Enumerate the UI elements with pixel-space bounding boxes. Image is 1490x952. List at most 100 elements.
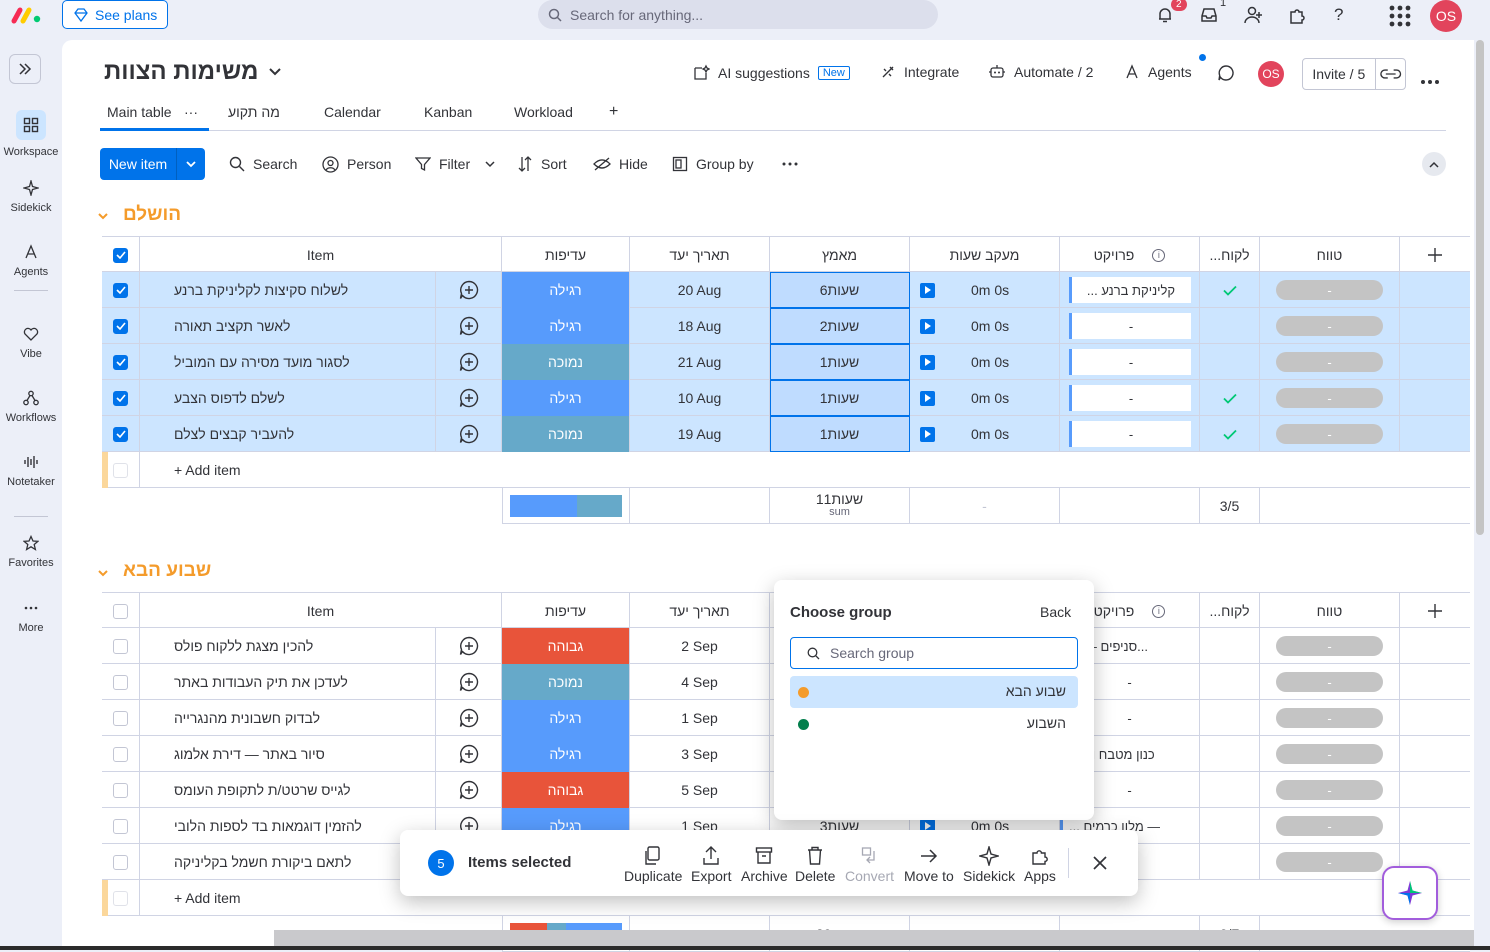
row-select-cell[interactable] [102,808,140,844]
nav-workflows[interactable]: Workflows [0,390,62,424]
row-checkbox[interactable] [113,638,128,654]
info-icon[interactable]: i [1152,248,1166,262]
effort-cell[interactable]: 2שעות [770,308,910,344]
effort-summary[interactable]: 11שעות sum [770,488,910,524]
monday-logo[interactable] [10,4,44,26]
timeline-cell[interactable]: - [1260,308,1400,344]
add-update-button[interactable] [436,308,502,344]
timeline-pill[interactable]: - [1276,780,1383,800]
add-item-row[interactable]: + Add item [102,452,1470,488]
apps-marketplace-button[interactable] [1288,6,1307,28]
column-header-time[interactable]: מעקב שעות [910,237,1060,273]
row-checkbox[interactable] [113,782,128,798]
effort-cell[interactable]: 6שעות [770,272,910,308]
select-all-checkbox[interactable] [113,603,128,619]
search-button[interactable]: Search [229,154,297,174]
due-date-cell[interactable]: 19 Aug [630,416,770,452]
column-header-project[interactable]: i פרויקט [1060,237,1200,273]
timeline-pill[interactable]: - [1276,352,1383,372]
vertical-scrollbar[interactable] [1476,40,1484,535]
project-cell[interactable]: ... קליניקת ברנע [1060,272,1200,308]
due-date-cell[interactable]: 18 Aug [630,308,770,344]
timeline-pill[interactable]: - [1276,316,1383,336]
row-select-cell[interactable] [102,380,140,416]
tab-stuck[interactable]: מה תקוע [228,104,280,120]
user-avatar[interactable]: OS [1430,0,1462,32]
automate-button[interactable]: Automate / 2 [988,64,1093,80]
due-date-cell[interactable]: 10 Aug [630,380,770,416]
add-update-button[interactable] [436,736,502,772]
time-tracking-cell[interactable]: 0m 0s [910,380,1060,416]
time-tracking-cell[interactable]: 0m 0s [910,308,1060,344]
invite-members-button[interactable] [1244,6,1264,27]
item-name-cell[interactable]: לשלוח סקיצות לקליניקת ברנע [140,272,436,308]
row-checkbox[interactable] [113,354,128,370]
item-name-cell[interactable]: סיור באתר — דירת אלמוג [140,736,436,772]
effort-cell[interactable]: 1שעות [770,344,910,380]
ai-assistant-fab[interactable] [1382,866,1438,920]
nav-notetaker[interactable]: Notetaker [0,454,62,488]
new-item-button[interactable]: New item [100,148,205,180]
add-update-button[interactable] [436,628,502,664]
column-header-due[interactable]: תאריך יעד [630,593,770,629]
time-tracking-cell[interactable]: 0m 0s [910,344,1060,380]
project-link-box[interactable]: ... קליניקת ברנע [1068,277,1191,303]
apps-button[interactable]: Apps [1024,846,1056,884]
row-checkbox[interactable] [113,318,128,334]
row-select-cell[interactable] [102,844,140,880]
row-checkbox[interactable] [113,426,128,442]
row-checkbox[interactable] [113,282,128,298]
column-header-client[interactable]: ...לקוח [1200,237,1260,273]
project-link-box[interactable]: - [1068,349,1191,375]
group-search-input[interactable]: Search group [790,637,1078,669]
row-select-cell[interactable] [102,700,140,736]
close-actionbar-button[interactable] [1092,855,1108,874]
updates-button[interactable] [1217,64,1235,85]
priority-cell[interactable]: רגילה [502,272,630,308]
project-cell[interactable]: - [1060,344,1200,380]
nav-vibe[interactable]: Vibe [0,326,62,360]
timeline-cell[interactable]: - [1260,736,1400,772]
play-timer-icon[interactable] [920,318,935,334]
column-header-item[interactable]: Item [140,237,502,273]
row-select-cell[interactable] [102,628,140,664]
expand-sidebar-button[interactable] [9,54,41,84]
archive-button[interactable]: Archive [741,846,788,884]
select-all-cell[interactable] [102,593,140,629]
nav-more[interactable]: More [0,600,62,634]
priority-cell[interactable]: רגילה [502,736,630,772]
client-cell[interactable] [1200,272,1260,308]
item-name-cell[interactable]: לשלם לדפוס הצבע [140,380,436,416]
timeline-pill[interactable]: - [1276,636,1383,656]
select-all-checkbox[interactable] [113,247,128,263]
item-name-cell[interactable]: לתאם ביקורת חשמל בקליניקה [140,844,436,880]
agents-button[interactable]: Agents [1124,64,1192,80]
board-owner-avatar[interactable]: OS [1258,61,1284,87]
timeline-summary[interactable] [1260,488,1400,524]
effort-cell[interactable]: 1שעות [770,380,910,416]
row-select-cell[interactable] [102,772,140,808]
add-update-button[interactable] [436,344,502,380]
due-date-cell[interactable]: 5 Sep [630,772,770,808]
global-search[interactable]: Search for anything... [538,0,938,29]
project-link-box[interactable]: - [1068,385,1191,411]
add-update-button[interactable] [436,772,502,808]
client-cell[interactable] [1200,344,1260,380]
table-row[interactable]: לאשר תקציב תאורה רגילה 18 Aug 2שעות 0m 0s - - [102,308,1470,344]
tab-workload[interactable]: Workload [514,104,573,120]
due-date-cell[interactable]: 4 Sep [630,664,770,700]
column-header-priority[interactable]: עדיפות [502,237,630,273]
delete-button[interactable]: Delete [795,846,835,884]
timeline-cell[interactable]: - [1260,664,1400,700]
row-checkbox[interactable] [113,390,128,406]
add-update-button[interactable] [436,380,502,416]
see-plans-button[interactable]: See plans [62,0,168,29]
timeline-pill[interactable]: - [1276,816,1383,836]
timeline-pill[interactable]: - [1276,708,1383,728]
nav-agents[interactable]: Agents [0,244,62,278]
item-name-cell[interactable]: לעדכן את תיק העבודות באתר [140,664,436,700]
row-select-cell[interactable] [102,664,140,700]
group-title-done[interactable]: הושלם [123,204,181,226]
tab-kanban[interactable]: Kanban [424,104,472,120]
item-name-cell[interactable]: להעביר קבצים לצלם [140,416,436,452]
